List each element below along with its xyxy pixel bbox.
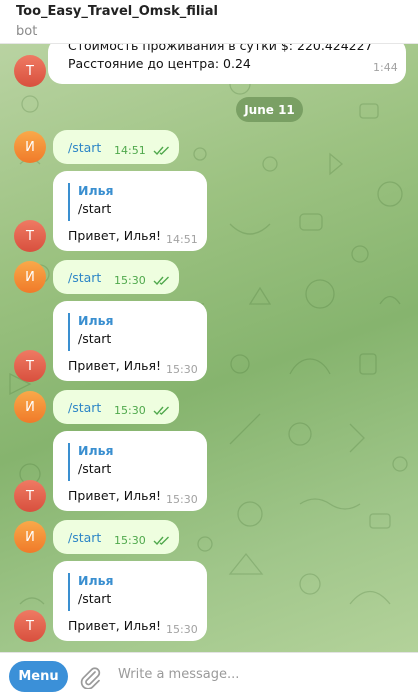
bot-command-link[interactable]: /start bbox=[68, 530, 101, 545]
message-bubble[interactable]: Стоимость проживания в сутки $: 220.4242… bbox=[48, 44, 406, 84]
bot-avatar[interactable]: Т bbox=[14, 220, 46, 252]
bot-avatar[interactable]: Т bbox=[14, 350, 46, 382]
message-bubble[interactable]: Илья /start Привет, Илья! 14:51 bbox=[53, 171, 207, 251]
message-time: 1:44 bbox=[373, 61, 398, 74]
double-check-icon bbox=[153, 536, 169, 546]
bot-menu-button[interactable]: Menu bbox=[9, 661, 68, 692]
user-avatar[interactable]: И bbox=[14, 391, 46, 423]
message-time: 14:51 bbox=[166, 233, 198, 246]
user-avatar[interactable]: И bbox=[14, 131, 46, 163]
bot-avatar[interactable]: Т bbox=[14, 480, 46, 512]
message-time: 14:51 bbox=[114, 144, 146, 157]
message-bubble[interactable]: /start 15:30 bbox=[53, 260, 179, 294]
bot-command-link[interactable]: /start bbox=[68, 270, 101, 285]
message-bubble[interactable]: /start 15:30 bbox=[53, 520, 179, 554]
bot-command-link[interactable]: /start bbox=[68, 400, 101, 415]
chat-subtitle: bot bbox=[16, 24, 38, 39]
message-time: 15:30 bbox=[166, 493, 198, 506]
message-text: Привет, Илья! bbox=[68, 228, 161, 243]
message-time: 15:30 bbox=[114, 534, 146, 547]
message-time: 15:30 bbox=[114, 404, 146, 417]
bot-avatar[interactable]: Т bbox=[14, 610, 46, 642]
bot-command-link[interactable]: /start bbox=[68, 140, 101, 155]
date-separator[interactable]: June 11 bbox=[236, 97, 303, 122]
user-avatar[interactable]: И bbox=[14, 521, 46, 553]
message-bubble[interactable]: Илья /start Привет, Илья! 15:30 bbox=[53, 301, 207, 381]
chat-title[interactable]: Too_Easy_Travel_Omsk_filial bbox=[16, 4, 218, 19]
message-bubble[interactable]: Илья /start Привет, Илья! 15:30 bbox=[53, 561, 207, 641]
message-text-line: Стоимость проживания в сутки $: 220.4242… bbox=[68, 44, 373, 53]
reply-quote[interactable]: Илья /start bbox=[68, 443, 196, 481]
chat-header[interactable]: Too_Easy_Travel_Omsk_filial bot bbox=[0, 0, 418, 44]
reply-quote[interactable]: Илья /start bbox=[68, 573, 196, 611]
reply-quote[interactable]: Илья /start bbox=[68, 183, 196, 221]
message-time: 15:30 bbox=[114, 274, 146, 287]
message-input[interactable]: Write a message... bbox=[118, 667, 239, 682]
reply-quote-author: Илья bbox=[78, 313, 114, 328]
double-check-icon bbox=[153, 146, 169, 156]
bot-avatar[interactable]: Т bbox=[14, 55, 46, 87]
message-list[interactable]: Стоимость проживания в сутки $: 220.4242… bbox=[0, 44, 418, 652]
double-check-icon bbox=[153, 276, 169, 286]
reply-quote-author: Илья bbox=[78, 183, 114, 198]
message-bubble[interactable]: /start 15:30 bbox=[53, 390, 179, 424]
message-text: Привет, Илья! bbox=[68, 488, 161, 503]
message-bubble[interactable]: Илья /start Привет, Илья! 15:30 bbox=[53, 431, 207, 511]
double-check-icon bbox=[153, 406, 169, 416]
reply-quote-text: /start bbox=[78, 591, 112, 606]
message-text-line: Расстояние до центра: 0.24 bbox=[68, 56, 251, 71]
message-text: Привет, Илья! bbox=[68, 358, 161, 373]
message-bubble[interactable]: /start 14:51 bbox=[53, 130, 179, 164]
reply-quote-author: Илья bbox=[78, 443, 114, 458]
message-time: 15:30 bbox=[166, 363, 198, 376]
message-text: Привет, Илья! bbox=[68, 618, 161, 633]
reply-quote[interactable]: Илья /start bbox=[68, 313, 196, 351]
message-time: 15:30 bbox=[166, 623, 198, 636]
reply-quote-text: /start bbox=[78, 201, 112, 216]
reply-quote-author: Илья bbox=[78, 573, 114, 588]
reply-quote-text: /start bbox=[78, 461, 112, 476]
paperclip-icon[interactable] bbox=[78, 665, 102, 689]
user-avatar[interactable]: И bbox=[14, 261, 46, 293]
message-composer: Menu Write a message... bbox=[0, 652, 418, 699]
reply-quote-text: /start bbox=[78, 331, 112, 346]
